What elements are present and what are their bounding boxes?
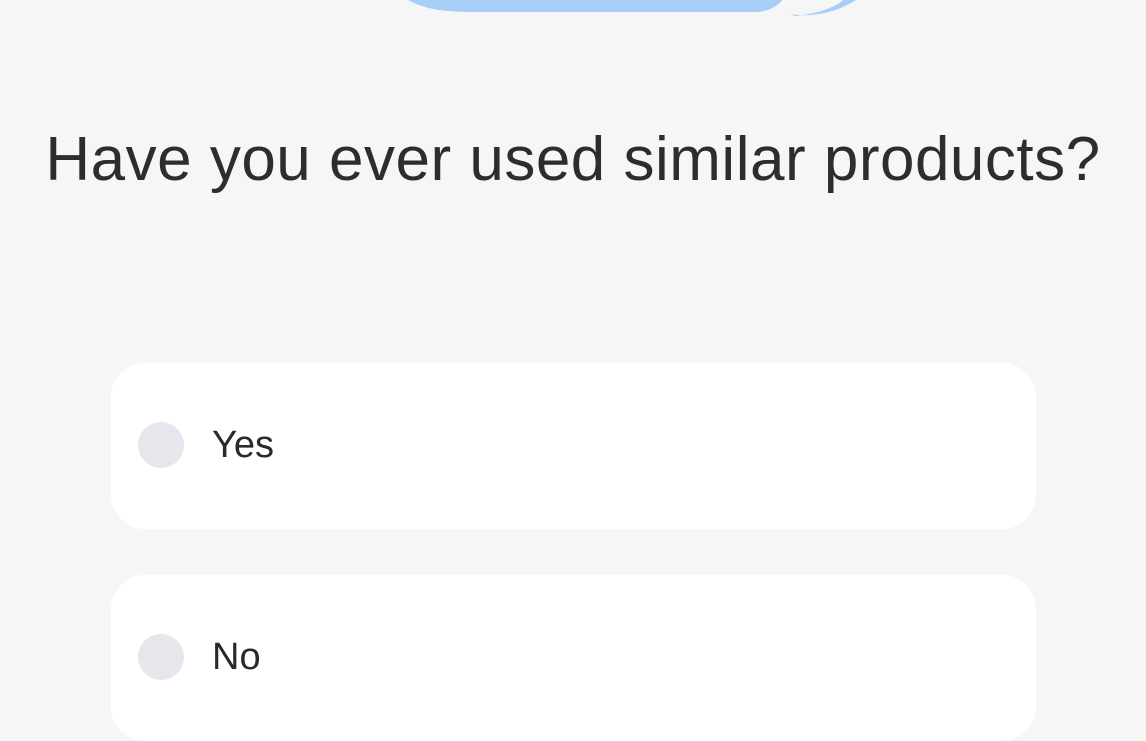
question-title: Have you ever used similar products? xyxy=(45,125,1101,194)
speech-bubble-body xyxy=(408,0,782,12)
option-no[interactable]: No xyxy=(111,575,1036,741)
radio-yes[interactable] xyxy=(138,422,184,468)
option-yes-label: Yes xyxy=(212,424,274,466)
option-no-label: No xyxy=(212,636,261,678)
option-yes[interactable]: Yes xyxy=(111,363,1036,529)
radio-no[interactable] xyxy=(138,634,184,680)
speech-bubble-tail xyxy=(790,0,856,16)
speech-bubble-illustration xyxy=(408,0,856,16)
